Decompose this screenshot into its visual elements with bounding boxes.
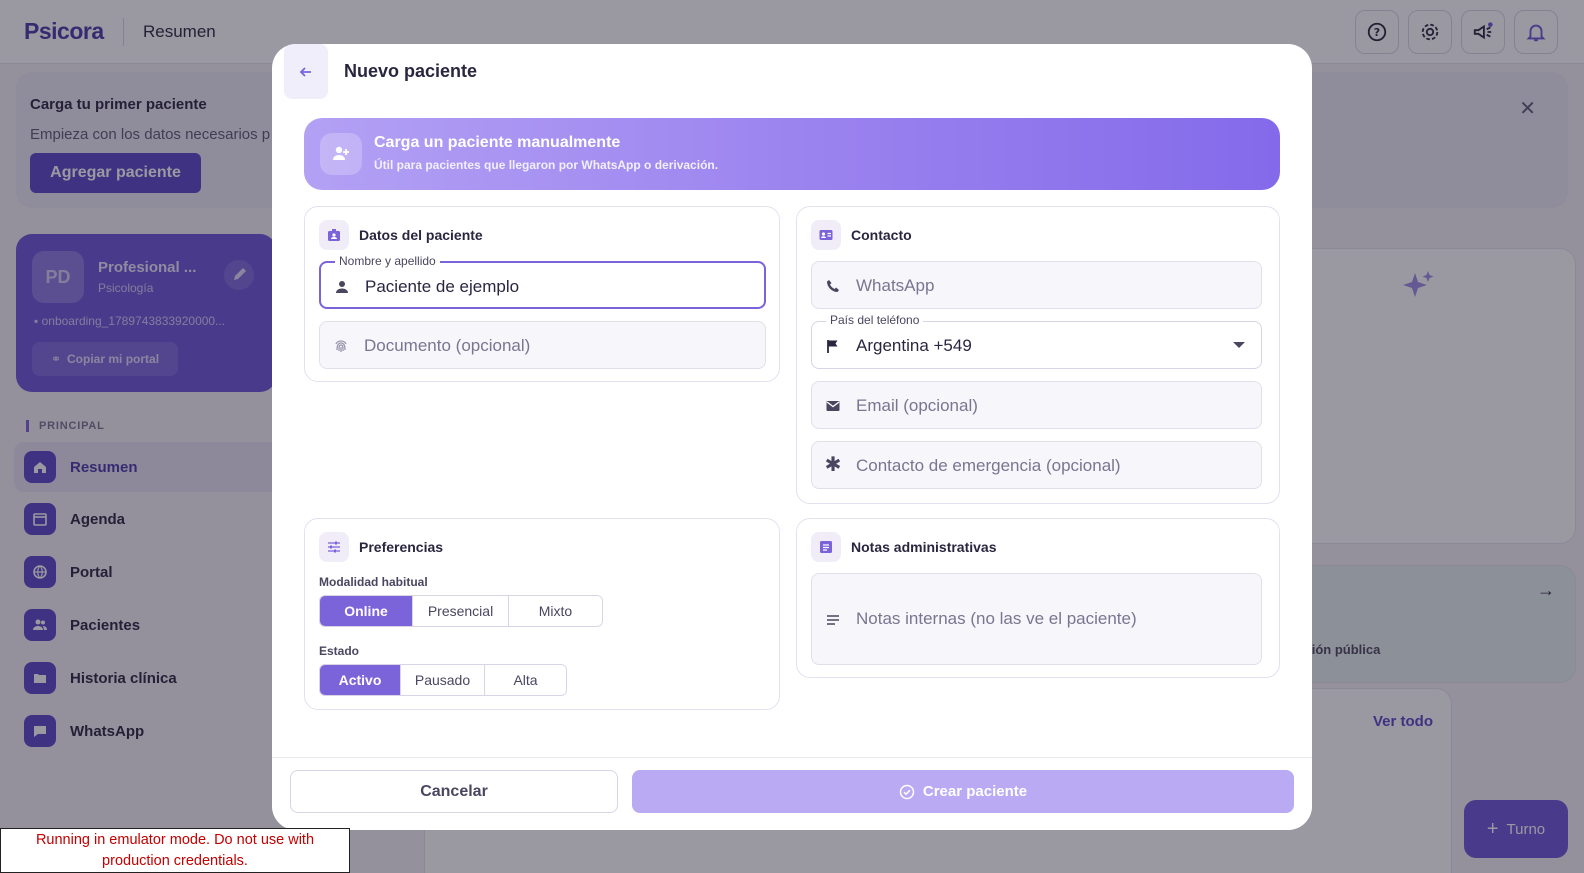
name-field[interactable]: Nombre y apellido Paciente de ejemplo [319, 254, 766, 309]
sliders-icon [319, 532, 349, 562]
fingerprint-icon [332, 337, 350, 355]
document-field[interactable]: Documento (opcional) [319, 321, 766, 369]
preferences-panel: Preferencias Modalidad habitual Online P… [304, 518, 780, 710]
emergency-contact-field[interactable]: ✱ Contacto de emergencia (opcional) [811, 441, 1262, 489]
mail-icon [824, 397, 842, 415]
notes-textarea[interactable]: Notas internas (no las ve el paciente) [811, 573, 1262, 665]
modality-label: Modalidad habitual [319, 575, 428, 589]
hero-title: Carga un paciente manualmente [374, 134, 621, 151]
id-badge-icon [319, 220, 349, 250]
note-icon [811, 532, 841, 562]
new-patient-modal: Nuevo paciente Carga un paciente manualm… [272, 44, 1312, 830]
email-field[interactable]: Email (opcional) [811, 381, 1262, 429]
emulator-warning: Running in emulator mode. Do not use wit… [0, 828, 350, 873]
create-patient-label: Crear paciente [922, 783, 1028, 800]
modality-mixto-button[interactable]: Mixto [509, 596, 602, 626]
cancel-button[interactable]: Cancelar [290, 770, 618, 813]
phone-country-value: Argentina +549 [856, 336, 972, 355]
phone-country-select[interactable]: País del teléfono Argentina +549 [811, 313, 1262, 369]
modality-presencial-button[interactable]: Presencial [413, 596, 509, 626]
status-activo-button[interactable]: Activo [320, 665, 401, 695]
status-alta-button[interactable]: Alta [485, 665, 566, 695]
modal-footer: Cancelar Crear paciente [272, 757, 1312, 830]
patient-data-panel: Datos del paciente Nombre y apellido Pac… [304, 206, 780, 382]
add-user-icon [320, 133, 362, 175]
emergency-contact-placeholder: Contacto de emergencia (opcional) [856, 456, 1121, 475]
contact-card-icon [811, 220, 841, 250]
admin-notes-panel: Notas administrativas Notas internas (no… [796, 518, 1280, 678]
phone-icon [824, 277, 842, 295]
panel-title: Preferencias [359, 539, 444, 555]
chevron-down-icon [1233, 342, 1245, 348]
hero-subtitle: Útil para pacientes que llegaron por Wha… [374, 158, 719, 172]
lines-icon [824, 611, 842, 629]
contact-panel: Contacto WhatsApp País del teléfono Arge… [796, 206, 1280, 504]
modality-online-button[interactable]: Online [320, 596, 413, 626]
person-icon [333, 278, 351, 296]
create-patient-button[interactable]: Crear paciente [632, 770, 1294, 813]
notes-placeholder: Notas internas (no las ve el paciente) [856, 609, 1137, 628]
whatsapp-field[interactable]: WhatsApp [811, 261, 1262, 309]
asterisk-icon: ✱ [824, 453, 842, 476]
modal-title: Nuevo paciente [344, 61, 478, 81]
panel-title: Notas administrativas [851, 539, 997, 555]
status-label: Estado [319, 644, 360, 658]
email-field-placeholder: Email (opcional) [856, 396, 978, 415]
whatsapp-field-placeholder: WhatsApp [856, 276, 935, 295]
panel-title: Datos del paciente [359, 227, 483, 243]
panel-title: Contacto [851, 227, 912, 243]
name-field-value: Paciente de ejemplo [365, 277, 520, 296]
check-circle-icon [899, 784, 915, 799]
back-button[interactable] [284, 44, 328, 99]
manual-load-hero: Carga un paciente manualmente Útil para … [304, 118, 1280, 190]
phone-country-label: País del teléfono [826, 313, 924, 327]
document-field-placeholder: Documento (opcional) [364, 336, 531, 355]
flag-icon [824, 337, 842, 355]
status-toggle-group: Activo Pausado Alta [319, 664, 567, 696]
modality-toggle-group: Online Presencial Mixto [319, 595, 603, 627]
arrow-left-icon [299, 66, 311, 77]
name-field-label: Nombre y apellido [335, 254, 440, 268]
status-pausado-button[interactable]: Pausado [401, 665, 485, 695]
